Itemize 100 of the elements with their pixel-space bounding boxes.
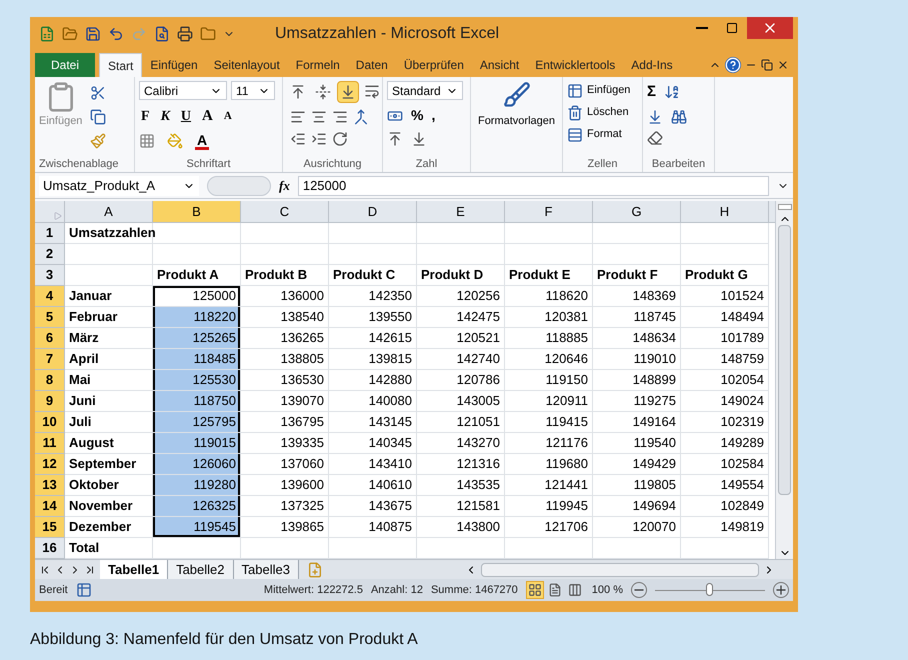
first-sheet-icon[interactable] bbox=[39, 564, 51, 576]
print-preview-icon[interactable] bbox=[154, 26, 170, 42]
row-header[interactable]: 9 bbox=[35, 391, 65, 412]
row-header[interactable]: 1 bbox=[35, 223, 65, 244]
ribbon-tab[interactable]: Add-Ins bbox=[623, 53, 681, 77]
insert-function-button[interactable]: fx bbox=[279, 176, 290, 196]
table-cell[interactable]: 149164 bbox=[593, 412, 681, 433]
column-header[interactable]: F bbox=[505, 201, 593, 222]
table-cell[interactable]: Produkt F bbox=[593, 265, 681, 286]
bold-button[interactable]: F bbox=[139, 106, 152, 127]
formula-field[interactable]: 125000 bbox=[298, 176, 769, 196]
autosum-button[interactable]: Σ bbox=[647, 81, 656, 104]
table-cell[interactable] bbox=[241, 244, 329, 265]
row-header[interactable]: 12 bbox=[35, 454, 65, 475]
table-cell[interactable]: 148494 bbox=[681, 307, 769, 328]
table-cell[interactable] bbox=[329, 223, 417, 244]
indent-increase-icon[interactable] bbox=[311, 131, 327, 147]
row-header[interactable]: 16 bbox=[35, 538, 65, 559]
row-header[interactable]: 4 bbox=[35, 286, 65, 307]
table-cell[interactable]: 138540 bbox=[241, 307, 329, 328]
table-cell[interactable]: Produkt C bbox=[329, 265, 417, 286]
column-header[interactable]: B bbox=[153, 201, 241, 222]
table-cell[interactable]: 140875 bbox=[329, 517, 417, 538]
table-cell[interactable]: 148369 bbox=[593, 286, 681, 307]
table-cell[interactable]: 143675 bbox=[329, 496, 417, 517]
table-cell[interactable]: Produkt E bbox=[505, 265, 593, 286]
row-header[interactable]: 15 bbox=[35, 517, 65, 538]
fill-icon[interactable] bbox=[647, 108, 663, 124]
percent-button[interactable]: % bbox=[411, 105, 424, 126]
table-cell[interactable] bbox=[329, 244, 417, 265]
table-cell[interactable] bbox=[65, 265, 153, 286]
table-cell[interactable]: 120786 bbox=[417, 370, 505, 391]
sheet-tab[interactable]: Tabelle3 bbox=[234, 560, 299, 579]
file-tab[interactable]: Datei bbox=[35, 53, 96, 77]
table-cell[interactable]: 140080 bbox=[329, 391, 417, 412]
close-icon[interactable] bbox=[777, 59, 789, 71]
name-box[interactable]: Umsatz_Produkt_A bbox=[39, 176, 199, 196]
scissors-icon[interactable] bbox=[90, 85, 106, 101]
sort-icon[interactable] bbox=[664, 84, 680, 100]
restore-icon[interactable] bbox=[761, 59, 773, 71]
vertical-scrollbar[interactable] bbox=[775, 201, 793, 559]
table-cell[interactable]: 125530 bbox=[153, 370, 241, 391]
table-cell[interactable]: 120070 bbox=[593, 517, 681, 538]
eraser-icon[interactable] bbox=[647, 130, 663, 146]
row-header[interactable]: 3 bbox=[35, 265, 65, 286]
view-button[interactable] bbox=[526, 581, 544, 599]
align-center-icon[interactable] bbox=[311, 109, 327, 125]
table-cell[interactable]: 140345 bbox=[329, 433, 417, 454]
fill-color-icon[interactable] bbox=[167, 133, 183, 149]
ribbon-tab[interactable]: Start bbox=[99, 53, 142, 77]
table-cell[interactable]: 149024 bbox=[681, 391, 769, 412]
align-left-icon[interactable] bbox=[290, 109, 306, 125]
table-cell[interactable]: 126325 bbox=[153, 496, 241, 517]
zoom-out-icon[interactable] bbox=[631, 582, 647, 598]
table-cell[interactable]: 142615 bbox=[329, 328, 417, 349]
table-cell[interactable]: 125795 bbox=[153, 412, 241, 433]
table-cell[interactable]: Produkt A bbox=[153, 265, 241, 286]
table-cell[interactable]: 119150 bbox=[505, 370, 593, 391]
ribbon-tab[interactable]: Entwicklertools bbox=[527, 53, 624, 77]
copy-icon[interactable] bbox=[90, 109, 106, 125]
sheet-tab[interactable]: Tabelle2 bbox=[168, 560, 234, 579]
table-cell[interactable] bbox=[505, 244, 593, 265]
table-cell[interactable]: 137325 bbox=[241, 496, 329, 517]
table-cell[interactable]: 121176 bbox=[505, 433, 593, 454]
table-cell[interactable]: 143535 bbox=[417, 475, 505, 496]
align-right-icon[interactable] bbox=[332, 109, 348, 125]
table-cell[interactable]: 120646 bbox=[505, 349, 593, 370]
table-cell[interactable]: 139815 bbox=[329, 349, 417, 370]
table-cell[interactable]: 137060 bbox=[241, 454, 329, 475]
table-cell[interactable]: 119680 bbox=[505, 454, 593, 475]
table-cell[interactable]: 120381 bbox=[505, 307, 593, 328]
table-cell[interactable]: 149429 bbox=[593, 454, 681, 475]
table-cell[interactable]: 142475 bbox=[417, 307, 505, 328]
table-cell[interactable]: 119275 bbox=[593, 391, 681, 412]
row-header[interactable]: 13 bbox=[35, 475, 65, 496]
open-folder-icon[interactable] bbox=[62, 26, 78, 42]
font-family-dropdown[interactable]: Calibri bbox=[139, 81, 227, 100]
table-cell[interactable]: 101524 bbox=[681, 286, 769, 307]
underline-button[interactable]: U bbox=[178, 106, 194, 127]
table-cell[interactable]: 149819 bbox=[681, 517, 769, 538]
ribbon-tab[interactable]: Daten bbox=[348, 53, 396, 77]
table-cell[interactable] bbox=[417, 223, 505, 244]
table-cell[interactable]: 121706 bbox=[505, 517, 593, 538]
table-cell[interactable]: 125265 bbox=[153, 328, 241, 349]
table-cell[interactable]: 142350 bbox=[329, 286, 417, 307]
wrap-text-icon[interactable] bbox=[364, 83, 380, 99]
table-cell[interactable]: 149554 bbox=[681, 475, 769, 496]
save-icon[interactable] bbox=[85, 26, 101, 42]
column-header[interactable]: H bbox=[681, 201, 769, 222]
table-cell[interactable]: 143270 bbox=[417, 433, 505, 454]
table-cell[interactable] bbox=[153, 223, 241, 244]
table-cell[interactable]: 136530 bbox=[241, 370, 329, 391]
column-header[interactable]: D bbox=[329, 201, 417, 222]
table-cell[interactable]: 149694 bbox=[593, 496, 681, 517]
binoculars-icon[interactable] bbox=[671, 108, 687, 124]
table-cell[interactable]: 142880 bbox=[329, 370, 417, 391]
table-cell[interactable] bbox=[593, 223, 681, 244]
table-cell[interactable]: 148759 bbox=[681, 349, 769, 370]
ribbon-tab[interactable]: Seitenlayout bbox=[206, 53, 288, 77]
table-cell[interactable] bbox=[241, 223, 329, 244]
